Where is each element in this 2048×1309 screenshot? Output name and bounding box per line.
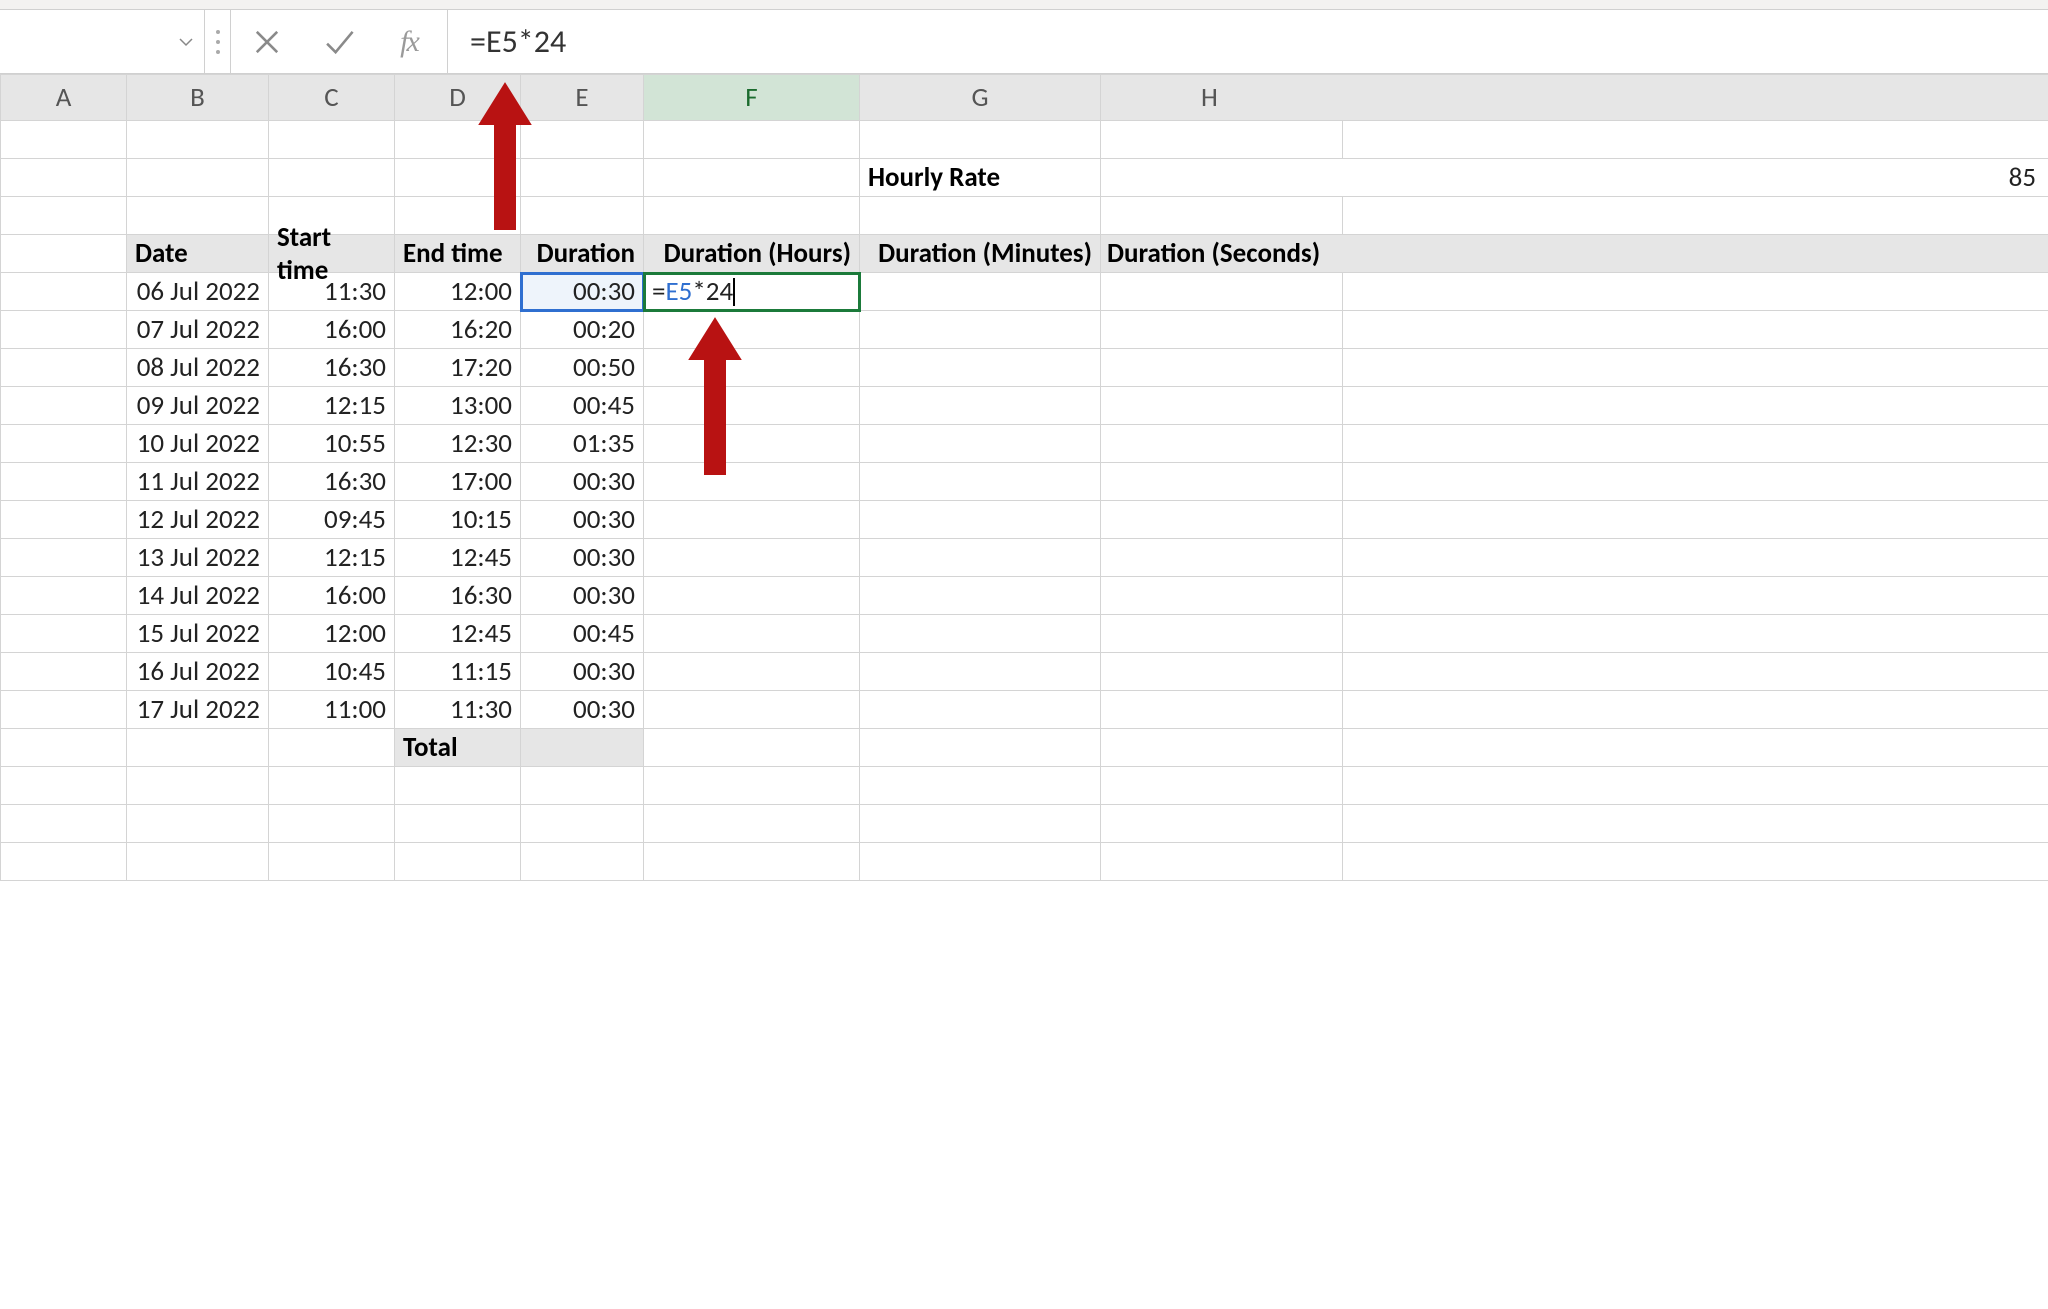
grip-icon (205, 10, 231, 73)
header-duration: Duration (521, 235, 643, 272)
table-cell[interactable]: 12:00 (269, 615, 394, 652)
formula-input[interactable]: =E5*24 (447, 10, 2048, 73)
col-header-C[interactable]: C (269, 75, 395, 121)
header-start-time: Start time (269, 235, 394, 272)
header-end-time: End time (395, 235, 520, 272)
table-cell[interactable]: 11 Jul 2022 (127, 463, 268, 500)
table-cell[interactable]: 11:15 (395, 653, 520, 690)
header-duration-minutes: Duration (Minutes) (860, 235, 1100, 272)
table-cell[interactable]: 12:30 (395, 425, 520, 462)
table-cell[interactable]: 13 Jul 2022 (127, 539, 268, 576)
table-cell[interactable]: 00:30 (521, 653, 643, 690)
formula-bar-buttons: fx (231, 10, 447, 73)
table-cell[interactable]: 16:30 (395, 577, 520, 614)
col-header-E[interactable]: E (521, 75, 644, 121)
table-cell[interactable]: 12:45 (395, 615, 520, 652)
header-date: Date (127, 235, 268, 272)
table-cell[interactable]: 16:30 (269, 463, 394, 500)
table-cell[interactable]: 11:30 (395, 691, 520, 728)
table-cell[interactable]: 10:45 (269, 653, 394, 690)
col-header-G[interactable]: G (860, 75, 1101, 121)
header-duration-hours: Duration (Hours) (644, 235, 859, 272)
formula-bar: fx =E5*24 (0, 10, 2048, 74)
table-cell[interactable]: 07 Jul 2022 (127, 311, 268, 348)
hourly-rate-label: Hourly Rate (860, 159, 1100, 196)
table-cell[interactable]: 00:30 (521, 463, 643, 500)
table-cell[interactable]: 00:20 (521, 311, 643, 348)
chevron-down-icon[interactable] (174, 30, 198, 54)
fx-icon: fx (398, 25, 424, 59)
name-box[interactable] (0, 10, 205, 73)
table-cell[interactable]: 16:30 (269, 349, 394, 386)
table-cell[interactable]: 01:35 (521, 425, 643, 462)
col-header-F[interactable]: F (644, 75, 860, 121)
col-header-A[interactable]: A (1, 75, 127, 121)
table-cell[interactable]: 10 Jul 2022 (127, 425, 268, 462)
total-label: Total (395, 729, 520, 766)
active-cell-F5[interactable]: =E5*24 (644, 273, 859, 310)
col-header-B[interactable]: B (127, 75, 269, 121)
table-cell[interactable]: 00:30 (521, 501, 643, 538)
ribbon-edge (0, 0, 2048, 10)
table-cell[interactable]: 16:00 (269, 311, 394, 348)
table-cell[interactable]: 06 Jul 2022 (127, 273, 268, 310)
table-cell[interactable]: 12:15 (269, 539, 394, 576)
table-cell[interactable]: 00:45 (521, 387, 643, 424)
table-cell[interactable]: 12:45 (395, 539, 520, 576)
table-cell[interactable]: 12 Jul 2022 (127, 501, 268, 538)
table-cell[interactable]: 16 Jul 2022 (127, 653, 268, 690)
table-cell[interactable]: 13:00 (395, 387, 520, 424)
insert-function-button[interactable]: fx (375, 10, 447, 74)
spreadsheet-grid[interactable]: A B C D E F G H Hourly Rate 85 Date Star… (0, 74, 2048, 881)
table-cell[interactable]: 14 Jul 2022 (127, 577, 268, 614)
hourly-rate-value[interactable]: 85 (1101, 159, 2048, 196)
enter-formula-button[interactable] (303, 10, 375, 74)
text-cursor (733, 278, 735, 306)
cancel-formula-button[interactable] (231, 10, 303, 74)
table-cell[interactable]: 09:45 (269, 501, 394, 538)
table-cell[interactable]: 16:20 (395, 311, 520, 348)
table-cell[interactable]: 00:50 (521, 349, 643, 386)
table-cell[interactable]: 08 Jul 2022 (127, 349, 268, 386)
col-header-H[interactable]: H (1101, 75, 2048, 121)
table-cell[interactable]: 12:00 (395, 273, 520, 310)
table-cell[interactable]: 15 Jul 2022 (127, 615, 268, 652)
table-cell[interactable]: 00:30 (521, 691, 643, 728)
col-header-D[interactable]: D (395, 75, 521, 121)
table-cell[interactable]: 11:00 (269, 691, 394, 728)
table-cell[interactable]: 16:00 (269, 577, 394, 614)
table-cell[interactable]: 09 Jul 2022 (127, 387, 268, 424)
table-cell[interactable]: 17:00 (395, 463, 520, 500)
table-cell[interactable]: 17:20 (395, 349, 520, 386)
table-cell[interactable]: 00:45 (521, 615, 643, 652)
referenced-cell-E5[interactable]: 00:30 (521, 273, 643, 310)
table-cell[interactable]: 10:55 (269, 425, 394, 462)
column-header-row: A B C D E F G H (1, 75, 2048, 121)
table-cell[interactable]: 00:30 (521, 577, 643, 614)
table-cell[interactable]: 12:15 (269, 387, 394, 424)
table-cell[interactable]: 10:15 (395, 501, 520, 538)
formula-text: =E5*24 (470, 22, 566, 61)
table-cell[interactable]: 00:30 (521, 539, 643, 576)
header-duration-seconds: Duration (Seconds) (1101, 235, 2048, 272)
table-cell[interactable]: 17 Jul 2022 (127, 691, 268, 728)
